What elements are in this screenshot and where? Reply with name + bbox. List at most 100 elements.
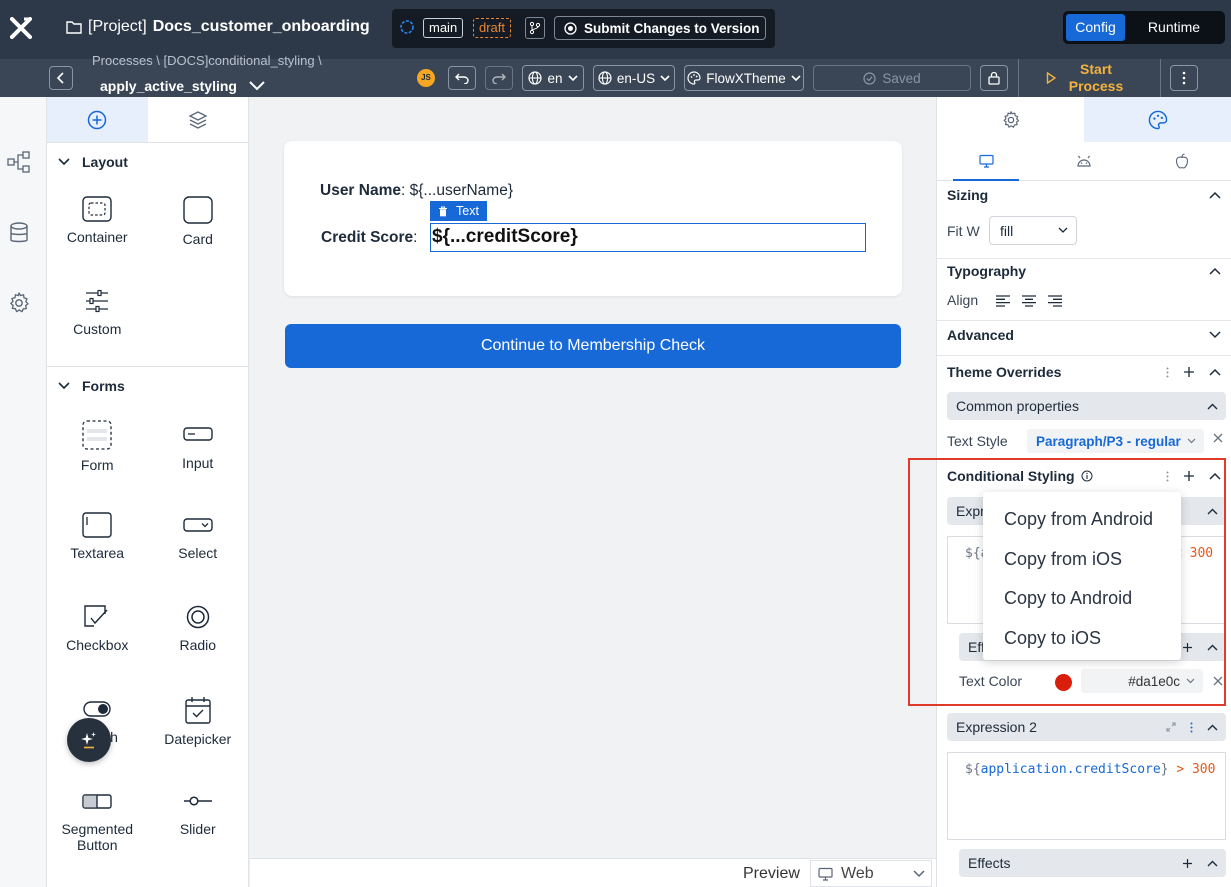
palette-item-slider[interactable]: Slider: [148, 772, 249, 864]
flowx-logo[interactable]: [10, 17, 32, 39]
preview-label: Preview: [743, 865, 800, 882]
section-theme-overrides-header[interactable]: Theme Overrides: [947, 362, 1221, 382]
palette-item-card[interactable]: Card: [148, 180, 249, 272]
remove-text-style-icon[interactable]: [1213, 433, 1223, 443]
breadcrumb[interactable]: Processes \ [DOCS]conditional_styling \: [92, 53, 322, 68]
mode-config-button[interactable]: Config: [1066, 14, 1125, 41]
palette-item-label: Datepicker: [164, 731, 232, 747]
selected-element-tag[interactable]: Text: [430, 201, 487, 221]
palette-item-datepicker[interactable]: Datepicker: [148, 680, 249, 772]
more-options-button[interactable]: [1170, 65, 1198, 91]
lock-button[interactable]: [980, 65, 1008, 91]
tab-add-components[interactable]: [47, 97, 148, 142]
expression-title: Expression 2: [956, 719, 1037, 735]
fit-width-label: Fit W: [947, 223, 980, 239]
theme-select[interactable]: FlowXTheme: [684, 65, 804, 91]
chevron-up-icon[interactable]: [1207, 644, 1218, 651]
lock-icon: [988, 71, 1000, 85]
menu-item-copy-from-android[interactable]: Copy from Android: [983, 500, 1181, 540]
kebab-menu-icon: [1182, 71, 1186, 85]
kebab-menu-icon[interactable]: [1190, 722, 1193, 733]
menu-item-copy-to-android[interactable]: Copy to Android: [983, 579, 1181, 619]
settings-gear-icon[interactable]: [7, 291, 31, 315]
section-layout-header[interactable]: Layout: [47, 143, 248, 180]
plus-icon[interactable]: [1183, 366, 1195, 378]
credit-score-label-row[interactable]: Credit Score:: [321, 229, 417, 247]
kebab-menu-icon[interactable]: [1166, 471, 1169, 482]
expand-icon[interactable]: [1166, 722, 1176, 732]
user-avatar[interactable]: JS: [417, 69, 435, 87]
kebab-menu-icon[interactable]: [1166, 367, 1169, 378]
palette-item-checkbox[interactable]: Checkbox: [47, 588, 148, 680]
saved-label: Saved: [882, 70, 921, 86]
text-style-select[interactable]: Paragraph/P3 - regular: [1027, 429, 1204, 453]
chevron-up-icon[interactable]: [1207, 724, 1218, 731]
project-prefix: [Project]: [88, 18, 147, 35]
section-forms-header[interactable]: Forms: [47, 367, 248, 404]
palette-item-container[interactable]: Container: [47, 180, 148, 272]
section-sizing-header[interactable]: Sizing: [947, 185, 1221, 205]
palette-item-radio[interactable]: Radio: [148, 588, 249, 680]
tab-styling[interactable]: [1084, 97, 1231, 142]
chevron-up-icon[interactable]: [1209, 472, 1221, 480]
plus-icon[interactable]: [1182, 858, 1193, 869]
palette-item-select[interactable]: Select: [148, 496, 249, 588]
palette-item-form[interactable]: Form: [47, 404, 148, 496]
undo-button[interactable]: [448, 66, 476, 90]
trash-icon[interactable]: [438, 205, 448, 217]
tab-settings[interactable]: [937, 97, 1084, 142]
tab-android[interactable]: [1035, 142, 1133, 180]
tab-layers[interactable]: [148, 97, 249, 142]
back-button[interactable]: [49, 66, 73, 90]
process-name-dropdown[interactable]: apply_active_styling: [100, 78, 265, 94]
redo-button[interactable]: [485, 66, 513, 90]
subsection-title: Common properties: [956, 398, 1079, 414]
tab-ios[interactable]: [1133, 142, 1231, 180]
platform-select[interactable]: Web: [810, 860, 932, 887]
expression-2-header[interactable]: Expression 2: [947, 713, 1226, 741]
ai-assistant-button[interactable]: [67, 718, 111, 762]
section-advanced-header[interactable]: Advanced: [947, 325, 1221, 345]
section-typography-header[interactable]: Typography: [947, 261, 1221, 281]
text-color-swatch[interactable]: [1055, 674, 1072, 691]
submit-changes-button[interactable]: Submit Changes to Version: [554, 16, 766, 40]
info-icon[interactable]: [1081, 470, 1093, 482]
database-icon[interactable]: [7, 221, 31, 245]
project-title[interactable]: [Project] Docs_customer_onboarding: [66, 18, 370, 36]
palette-item-textarea[interactable]: Textarea: [47, 496, 148, 588]
preview-card[interactable]: User Name: ${...userName} Credit Score: …: [284, 141, 902, 296]
palette-item-segmented-button[interactable]: Segmented Button: [47, 772, 148, 864]
process-diagram-icon[interactable]: [7, 151, 31, 173]
record-icon: [564, 21, 577, 35]
branch-badge[interactable]: main: [423, 18, 464, 38]
section-conditional-styling-header[interactable]: Conditional Styling: [947, 466, 1221, 486]
palette-item-custom[interactable]: Custom: [47, 272, 148, 364]
start-process-button[interactable]: Start Process: [1046, 59, 1124, 97]
text-color-select[interactable]: #da1e0c: [1081, 669, 1203, 693]
locale-select[interactable]: en-US: [593, 65, 675, 91]
palette-item-input[interactable]: Input: [148, 404, 249, 496]
remove-text-color-icon[interactable]: [1213, 676, 1223, 686]
align-left-icon[interactable]: [995, 295, 1011, 307]
add-circle-icon: [87, 110, 107, 130]
mode-runtime-button[interactable]: Runtime: [1129, 14, 1219, 41]
align-center-icon[interactable]: [1021, 295, 1037, 307]
expression-2-editor[interactable]: ${application.creditScore} > 300: [947, 752, 1226, 840]
menu-item-copy-from-ios[interactable]: Copy from iOS: [983, 540, 1181, 580]
plus-icon[interactable]: [1182, 642, 1193, 653]
common-properties-header[interactable]: Common properties: [947, 392, 1226, 420]
credit-score-value-text[interactable]: ${...creditScore}: [430, 223, 866, 252]
start-process-label: Start Process: [1068, 61, 1124, 94]
tab-web[interactable]: [937, 142, 1035, 181]
continue-button[interactable]: Continue to Membership Check: [285, 324, 901, 368]
menu-item-copy-to-ios[interactable]: Copy to iOS: [983, 619, 1181, 659]
fit-width-select[interactable]: fill: [989, 216, 1077, 245]
chevron-up-icon[interactable]: [1209, 368, 1221, 376]
effects-2-header[interactable]: Effects: [959, 849, 1226, 877]
branch-icon[interactable]: [525, 17, 545, 39]
chevron-up-icon[interactable]: [1207, 860, 1218, 867]
align-right-icon[interactable]: [1047, 295, 1063, 307]
user-name-text[interactable]: User Name: ${...userName}: [320, 182, 513, 200]
language-select[interactable]: en: [522, 65, 584, 91]
plus-icon[interactable]: [1183, 470, 1195, 482]
